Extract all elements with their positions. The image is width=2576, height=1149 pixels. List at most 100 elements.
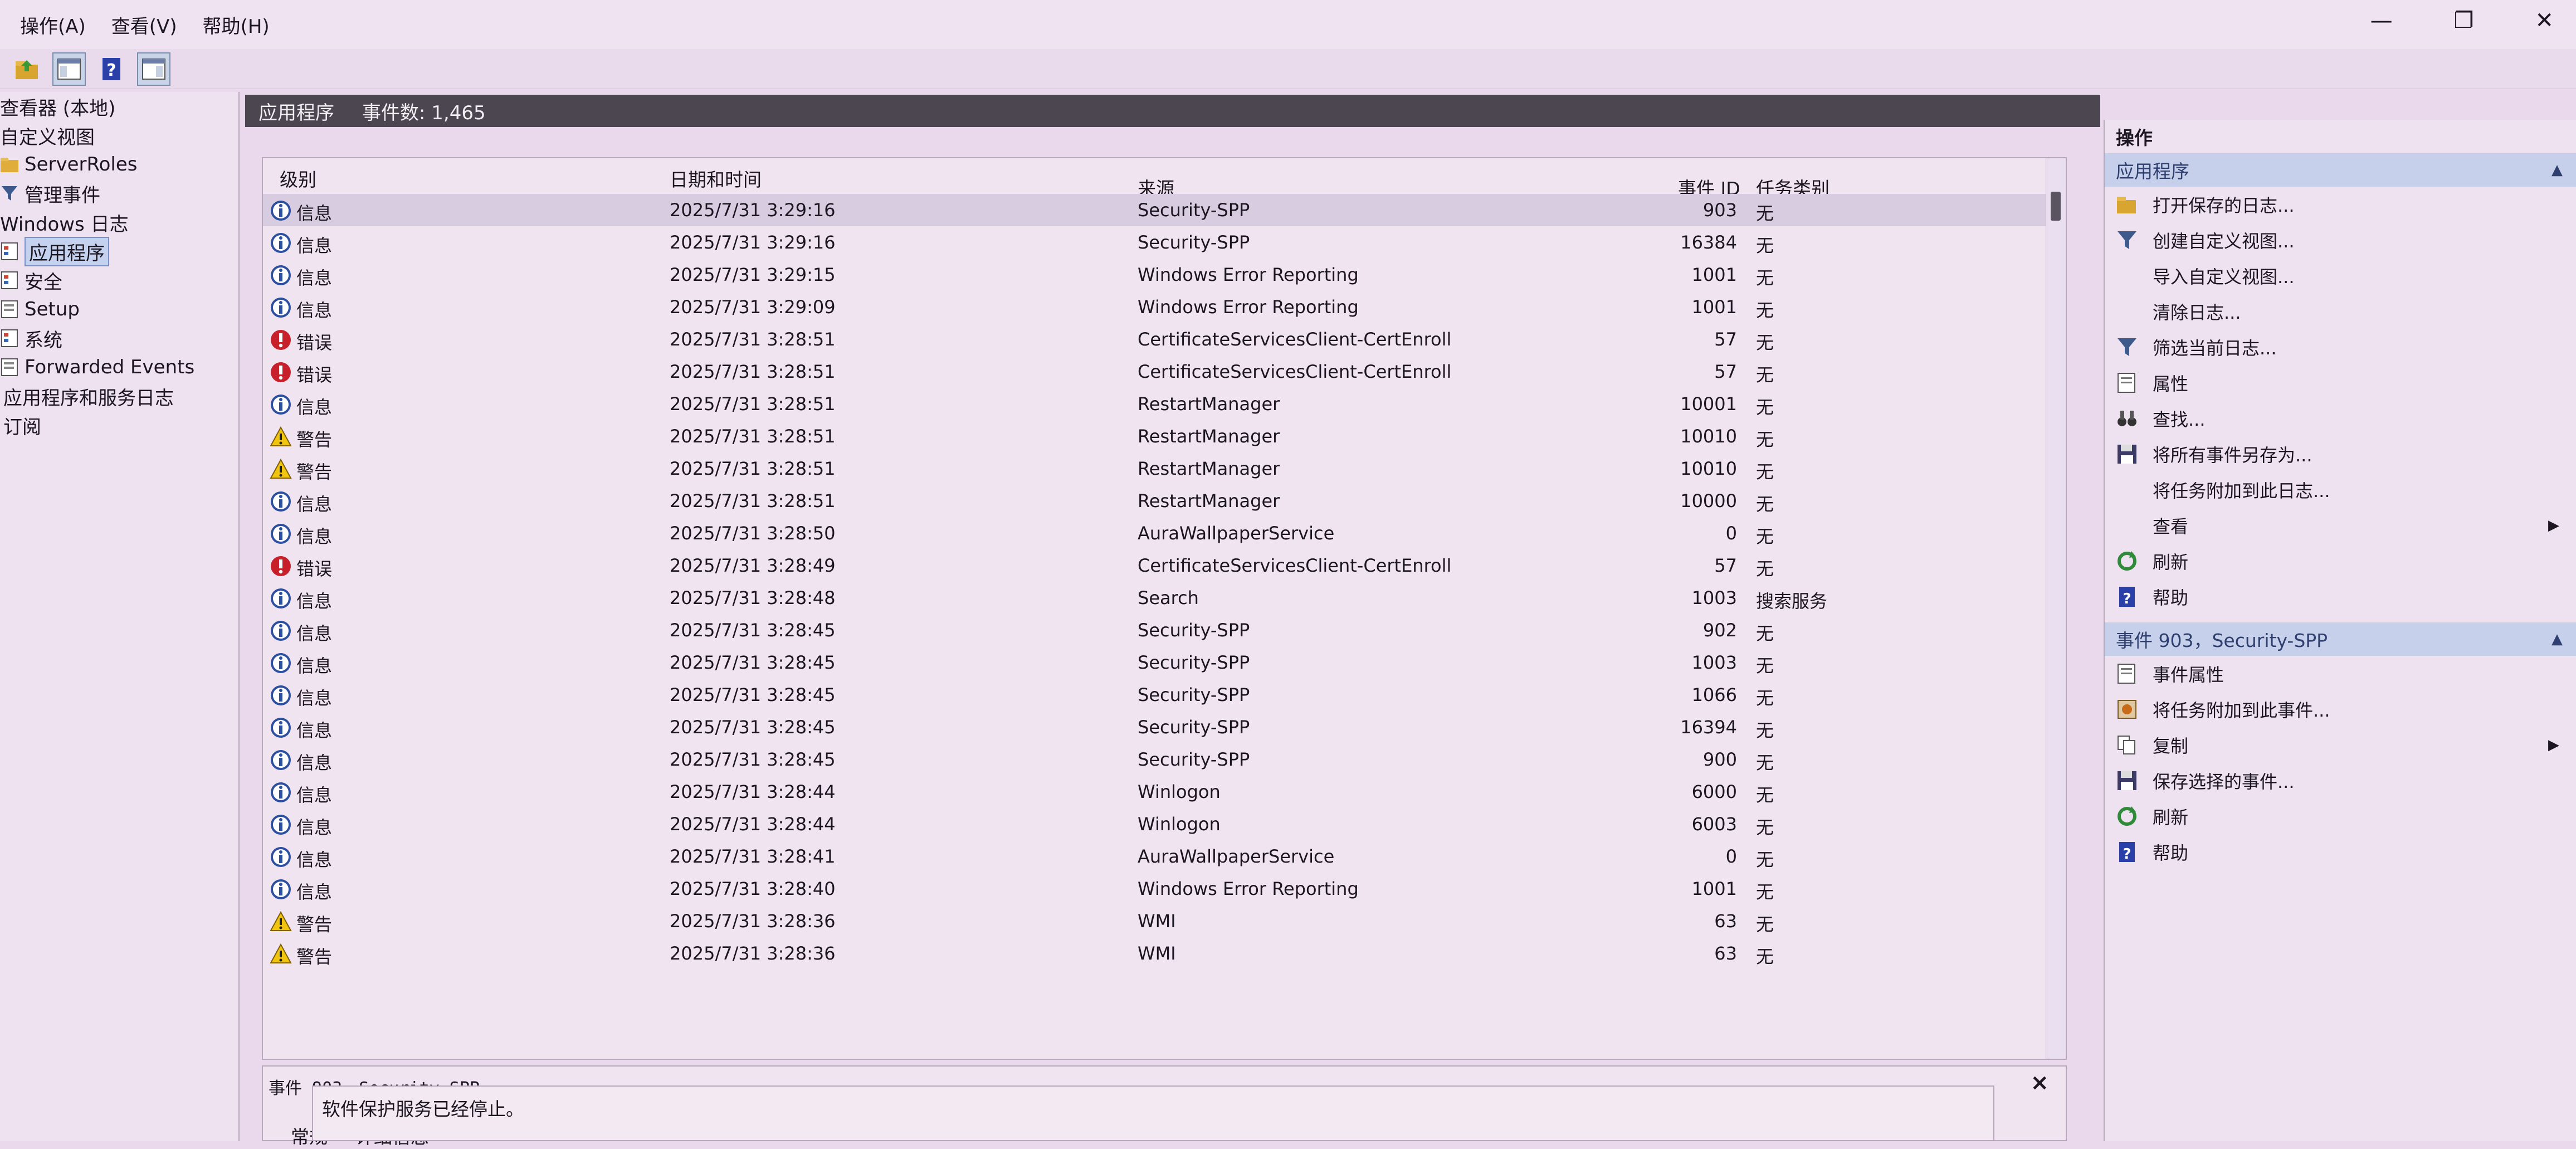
tree-item-setup[interactable]: Setup [0,295,238,324]
tree-item-event-viewer[interactable]: 查看器 (本地) [0,92,238,121]
table-row[interactable]: 信息 2025/7/31 3:28:44 Winlogon 无 6000 [263,776,2066,808]
actions-section-log[interactable]: 应用程序 ▲ [2105,153,2576,187]
task-icon [2118,700,2136,719]
column-header-level[interactable]: 级别 [280,165,316,192]
cell-source: Security-SPP [1138,684,1250,705]
cell-datetime: 2025/7/31 3:29:16 [670,199,836,221]
tree-item-system[interactable]: 系统 [0,324,238,353]
action-item[interactable]: 复制 ▶ [2105,727,2576,763]
action-item[interactable]: 事件属性 [2105,656,2576,692]
table-row[interactable]: 警告 2025/7/31 3:28:36 WMI 无 63 [263,937,2066,970]
action-item[interactable]: 查看 ▶ [2105,508,2576,543]
warning-icon [270,426,292,446]
collapse-icon[interactable]: ▲ [2551,631,2563,647]
filter-icon [2118,338,2136,356]
cell-source: Security-SPP [1138,717,1250,738]
minimize-button[interactable]: — [2370,8,2393,33]
action-item[interactable]: 刷新 [2105,543,2576,579]
restore-button[interactable]: ❐ [2454,8,2474,33]
log-header: 应用程序 事件数: 1,465 [245,95,2100,127]
table-row[interactable]: 信息 2025/7/31 3:29:09 Windows Error Reporti… [263,291,2066,323]
action-item[interactable]: 属性 [2105,365,2576,401]
action-item[interactable]: 打开保存的日志... [2105,187,2576,222]
close-window-button[interactable]: ✕ [2535,8,2554,33]
tree-item-windows-logs[interactable]: Windows 日志 [0,208,238,237]
help-toolbar-button[interactable]: ? [95,52,128,86]
info-icon [271,750,291,770]
close-icon[interactable]: × [2030,1070,2049,1096]
table-row[interactable]: 信息 2025/7/31 3:29:16 Security-SPP 无 16384 [263,226,2066,259]
actions-section-event[interactable]: 事件 903，Security-SPP ▲ [2105,622,2576,656]
info-icon [271,395,291,415]
table-row[interactable]: 错误 2025/7/31 3:28:51 CertificateServicesCl… [263,323,2066,356]
collapse-icon[interactable]: ▲ [2551,162,2563,178]
table-row[interactable]: 警告 2025/7/31 3:28:36 WMI 无 63 [263,905,2066,937]
table-row[interactable]: 信息 2025/7/31 3:28:45 Security-SPP 无 1003 [263,646,2066,679]
action-item[interactable]: 保存选择的事件... [2105,763,2576,799]
action-item[interactable]: 创建自定义视图... [2105,222,2576,258]
table-row[interactable]: 信息 2025/7/31 3:28:45 Security-SPP 无 16394 [263,711,2066,743]
table-row[interactable]: 错误 2025/7/31 3:28:49 CertificateServicesCl… [263,549,2066,582]
tree-item-label: 管理事件 [25,184,100,207]
actions-pane: 操作 应用程序 ▲ 打开保存的日志... 创建自定义视图... 导入自定义视图...… [2104,120,2576,1141]
tree-item-forwarded-events[interactable]: Forwarded Events [0,353,238,382]
action-item[interactable]: ? 帮助 [2105,579,2576,615]
tree-item-serverroles[interactable]: ServerRoles [0,150,238,179]
menu-view[interactable]: 查看(V) [111,11,177,38]
table-row[interactable]: 信息 2025/7/31 3:28:45 Security-SPP 无 900 [263,743,2066,776]
tree-item-security[interactable]: 安全 [0,266,238,295]
copy-icon [2118,736,2135,754]
menu-help[interactable]: 帮助(H) [203,11,270,38]
table-row[interactable]: 警告 2025/7/31 3:28:51 RestartManager 无 10010 [263,452,2066,485]
table-row[interactable]: 信息 2025/7/31 3:28:48 Search 搜索服务 1003 [263,582,2066,614]
action-item[interactable]: 查找... [2105,401,2576,436]
tree-item-subscriptions[interactable]: 订阅 [0,411,238,440]
table-row[interactable]: 信息 2025/7/31 3:28:45 Security-SPP 无 1066 [263,679,2066,711]
show-hide-tree-button[interactable] [52,52,86,86]
show-hide-action-pane-button[interactable] [137,52,170,86]
table-row[interactable]: 警告 2025/7/31 3:28:51 RestartManager 无 10010 [263,420,2066,452]
tree-item-app-service-logs[interactable]: 应用程序和服务日志 [0,382,238,411]
table-row[interactable]: 错误 2025/7/31 3:28:51 CertificateServicesCl… [263,356,2066,388]
cell-event-id: 10010 [1680,426,1737,447]
tree-item-application[interactable]: 应用程序 [0,236,238,266]
event-count: 事件数: 1,465 [362,101,486,124]
cell-task-category: 无 [1756,849,1774,870]
action-item[interactable]: 将任务附加到此日志... [2105,472,2576,508]
action-item[interactable]: 清除日志... [2105,294,2576,329]
up-level-button[interactable] [10,52,43,86]
scrollbar-thumb[interactable] [2051,192,2061,221]
tree-item-admin-events[interactable]: 管理事件 [0,179,238,208]
tree-item-custom-views[interactable]: 自定义视图 [0,121,238,150]
cell-level: 信息 [296,300,333,321]
action-item[interactable]: 导入自定义视图... [2105,258,2576,294]
table-row[interactable]: 信息 2025/7/31 3:28:51 RestartManager 无 10000 [263,485,2066,517]
table-row[interactable]: 信息 2025/7/31 3:28:50 AuraWallpaperService 无… [263,517,2066,549]
action-item[interactable]: 将任务附加到此事件... [2105,692,2576,727]
cell-event-id: 6003 [1691,814,1737,835]
table-row[interactable]: 信息 2025/7/31 3:28:41 AuraWallpaperService 无… [263,840,2066,873]
action-item[interactable]: 刷新 [2105,799,2576,834]
table-row[interactable]: 信息 2025/7/31 3:28:40 Windows Error Reporti… [263,873,2066,905]
tree-item-label: 应用程序 [25,236,109,266]
action-item[interactable]: 筛选当前日志... [2105,329,2576,365]
cell-level: 信息 [296,397,333,418]
action-item[interactable]: 将所有事件另存为... [2105,436,2576,472]
table-row[interactable]: 信息 2025/7/31 3:28:45 Security-SPP 无 902 [263,614,2066,646]
menu-action[interactable]: 操作(A) [20,11,86,38]
column-header-datetime[interactable]: 日期和时间 [670,165,762,192]
cell-task-category: 搜索服务 [1756,591,1828,612]
cell-level: 信息 [296,591,333,612]
table-row[interactable]: 信息 2025/7/31 3:28:51 RestartManager 无 10001 [263,388,2066,420]
cell-datetime: 2025/7/31 3:28:45 [670,717,836,738]
table-row[interactable]: 信息 2025/7/31 3:29:15 Windows Error Reporti… [263,259,2066,291]
cell-task-category: 无 [1756,364,1774,386]
info-icon [271,524,291,544]
table-row[interactable]: 信息 2025/7/31 3:28:44 Winlogon 无 6003 [263,808,2066,840]
cell-task-category: 无 [1756,688,1774,709]
action-item[interactable]: ? 帮助 [2105,834,2576,870]
vertical-scrollbar[interactable] [2046,158,2066,1059]
table-row[interactable]: 信息 2025/7/31 3:29:16 Security-SPP 无 903 [263,194,2066,226]
cell-level: 信息 [296,688,333,709]
open-log-icon [2117,197,2136,213]
